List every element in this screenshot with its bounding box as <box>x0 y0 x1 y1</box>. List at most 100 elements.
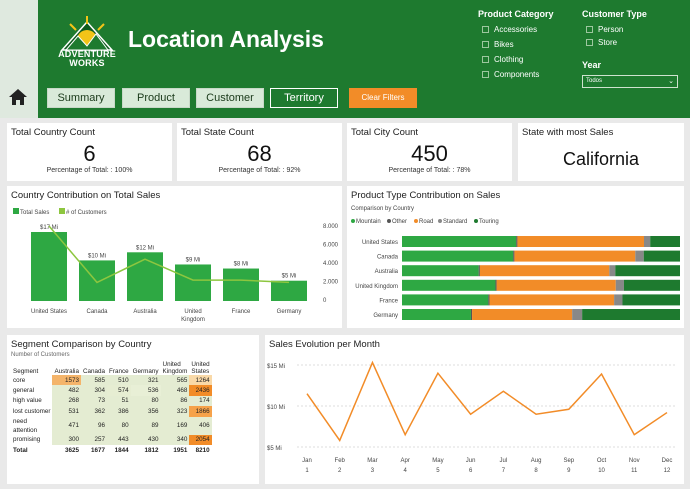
kpi-card-top-state: State with most Sales California <box>518 123 684 181</box>
kpi-card-state: Total State Count 68 Percentage of Total… <box>177 123 342 181</box>
table-cell: 1812 <box>144 446 159 454</box>
x-tick-label: 11 <box>631 468 638 474</box>
filter-accessories[interactable]: Accessories <box>482 25 537 34</box>
stacked-bar-segment <box>478 265 480 277</box>
kpi-value: 450 <box>411 141 448 166</box>
x-tick-label: 7 <box>502 468 506 474</box>
stacked-bar-segment <box>615 279 624 291</box>
table-cell: 468 <box>160 385 190 396</box>
x-tick-label: 12 <box>664 468 671 474</box>
customer-type-heading: Customer Type <box>582 9 647 19</box>
stacked-bar-segment <box>514 250 636 262</box>
tab-territory[interactable]: Territory <box>270 88 338 108</box>
bar-data-label: $9 Mi <box>186 257 201 263</box>
stacked-bar-segment <box>472 309 573 320</box>
x-tick-label: Mar <box>367 458 377 464</box>
table-cell: 340 <box>160 434 190 445</box>
kpi-value: 6 <box>83 141 96 166</box>
product-type-card: Product Type Contribution on Sales Compa… <box>347 186 684 328</box>
stacked-bar-segment <box>496 279 616 291</box>
legend-swatch-total-sales <box>13 208 19 214</box>
x-tick-label: Dec <box>662 458 673 464</box>
table-cell: 406 <box>189 416 212 435</box>
checkbox[interactable] <box>482 26 489 33</box>
table-cell: 585 <box>80 375 108 386</box>
x-tick-label: 10 <box>598 468 605 474</box>
table-cell: 96 <box>80 416 108 435</box>
stacked-bar-segment <box>513 250 515 262</box>
y-tick-label: $5 Mi <box>267 446 282 452</box>
x-tick-label: United States <box>31 309 67 315</box>
row-label: core <box>13 376 26 384</box>
table-row: Total 3625 1677 1844 1812 1951 8210 <box>11 445 212 455</box>
checkbox[interactable] <box>482 41 489 48</box>
y-tick-label: $10 Mi <box>267 405 285 411</box>
product-category-heading: Product Category <box>478 9 554 19</box>
table-cell: 89 <box>130 416 161 435</box>
x-tick-label: 9 <box>567 468 571 474</box>
bar-total-sales <box>271 280 307 301</box>
clear-filters-button[interactable]: Clear Filters <box>349 88 417 108</box>
filter-store[interactable]: Store <box>586 38 617 47</box>
y2-tick-label: 8.000 <box>323 224 339 230</box>
legend-label: Road <box>419 219 433 225</box>
filter-components[interactable]: Components <box>482 70 539 79</box>
year-dropdown[interactable]: Todos ⌄ <box>582 75 678 88</box>
tab-product[interactable]: Product <box>122 88 190 108</box>
home-icon[interactable] <box>8 88 28 106</box>
stacked-bar-segment <box>402 294 489 306</box>
table-cell: 80 <box>130 395 161 407</box>
filter-bikes[interactable]: Bikes <box>482 40 514 49</box>
legend-title: Comparison by Country <box>351 206 414 212</box>
table-cell: 2054 <box>189 434 212 445</box>
legend-marker <box>414 219 418 223</box>
x-tick-label: 1 <box>305 468 309 474</box>
stacked-bar-segment <box>470 309 473 320</box>
table-cell: 430 <box>130 434 161 445</box>
table-row: high value 268 73 51 80 86 174 <box>11 395 212 407</box>
year-heading: Year <box>582 60 602 70</box>
table-row: lost customer 531 362 386 356 323 1866 <box>11 406 212 417</box>
x-tick-label: Oct <box>597 458 607 464</box>
checkbox[interactable] <box>586 39 593 46</box>
x-tick-label: Kingdom <box>181 317 205 323</box>
table-header-row: Segment Australia Canada France Germany Unite… <box>11 361 212 375</box>
tab-customer[interactable]: Customer <box>196 88 264 108</box>
table-cell: 386 <box>107 406 131 417</box>
stacked-bar-segment <box>402 309 471 320</box>
stacked-bar-segment <box>489 294 615 306</box>
legend-marker <box>351 219 355 223</box>
legend-marker <box>387 219 391 223</box>
filter-clothing[interactable]: Clothing <box>482 55 523 64</box>
x-tick-label: Jan <box>302 458 312 464</box>
checkbox[interactable] <box>482 56 489 63</box>
stacked-bar-segment <box>582 309 680 320</box>
checkbox[interactable] <box>586 26 593 33</box>
row-label: Total <box>13 446 28 454</box>
kpi-subtext: Percentage of Total: : 100% <box>46 167 133 174</box>
x-tick-label: 5 <box>436 468 440 474</box>
stacked-bar-segment <box>609 265 616 277</box>
table-cell: 471 <box>52 416 81 435</box>
stacked-bar-segment <box>635 250 644 262</box>
column-header: Segment <box>13 368 39 375</box>
y-tick-label: Germany <box>373 313 398 319</box>
table-cell: 8210 <box>195 446 210 454</box>
x-tick-label: Canada <box>86 309 108 315</box>
checkbox[interactable] <box>482 71 489 78</box>
bar-data-label: $17 Mi <box>40 225 58 231</box>
table-cell: 169 <box>160 416 190 435</box>
filter-person[interactable]: Person <box>586 25 623 34</box>
stacked-bar-segment <box>402 236 517 247</box>
x-tick-label: 4 <box>404 468 408 474</box>
table-row: core 1573 585 510 321 565 1264 <box>11 375 212 386</box>
table-cell: 323 <box>160 406 190 417</box>
table-cell: 174 <box>189 395 212 407</box>
kpi-title: Total State Count <box>181 127 254 138</box>
stacked-bar-segment <box>402 279 496 291</box>
y-tick-label: United Kingdom <box>355 284 398 290</box>
tab-summary[interactable]: Summary <box>47 88 115 108</box>
stacked-bar-segment <box>495 279 497 291</box>
kpi-card-city: Total City Count 450 Percentage of Total… <box>347 123 512 181</box>
bar-total-sales <box>31 232 67 301</box>
